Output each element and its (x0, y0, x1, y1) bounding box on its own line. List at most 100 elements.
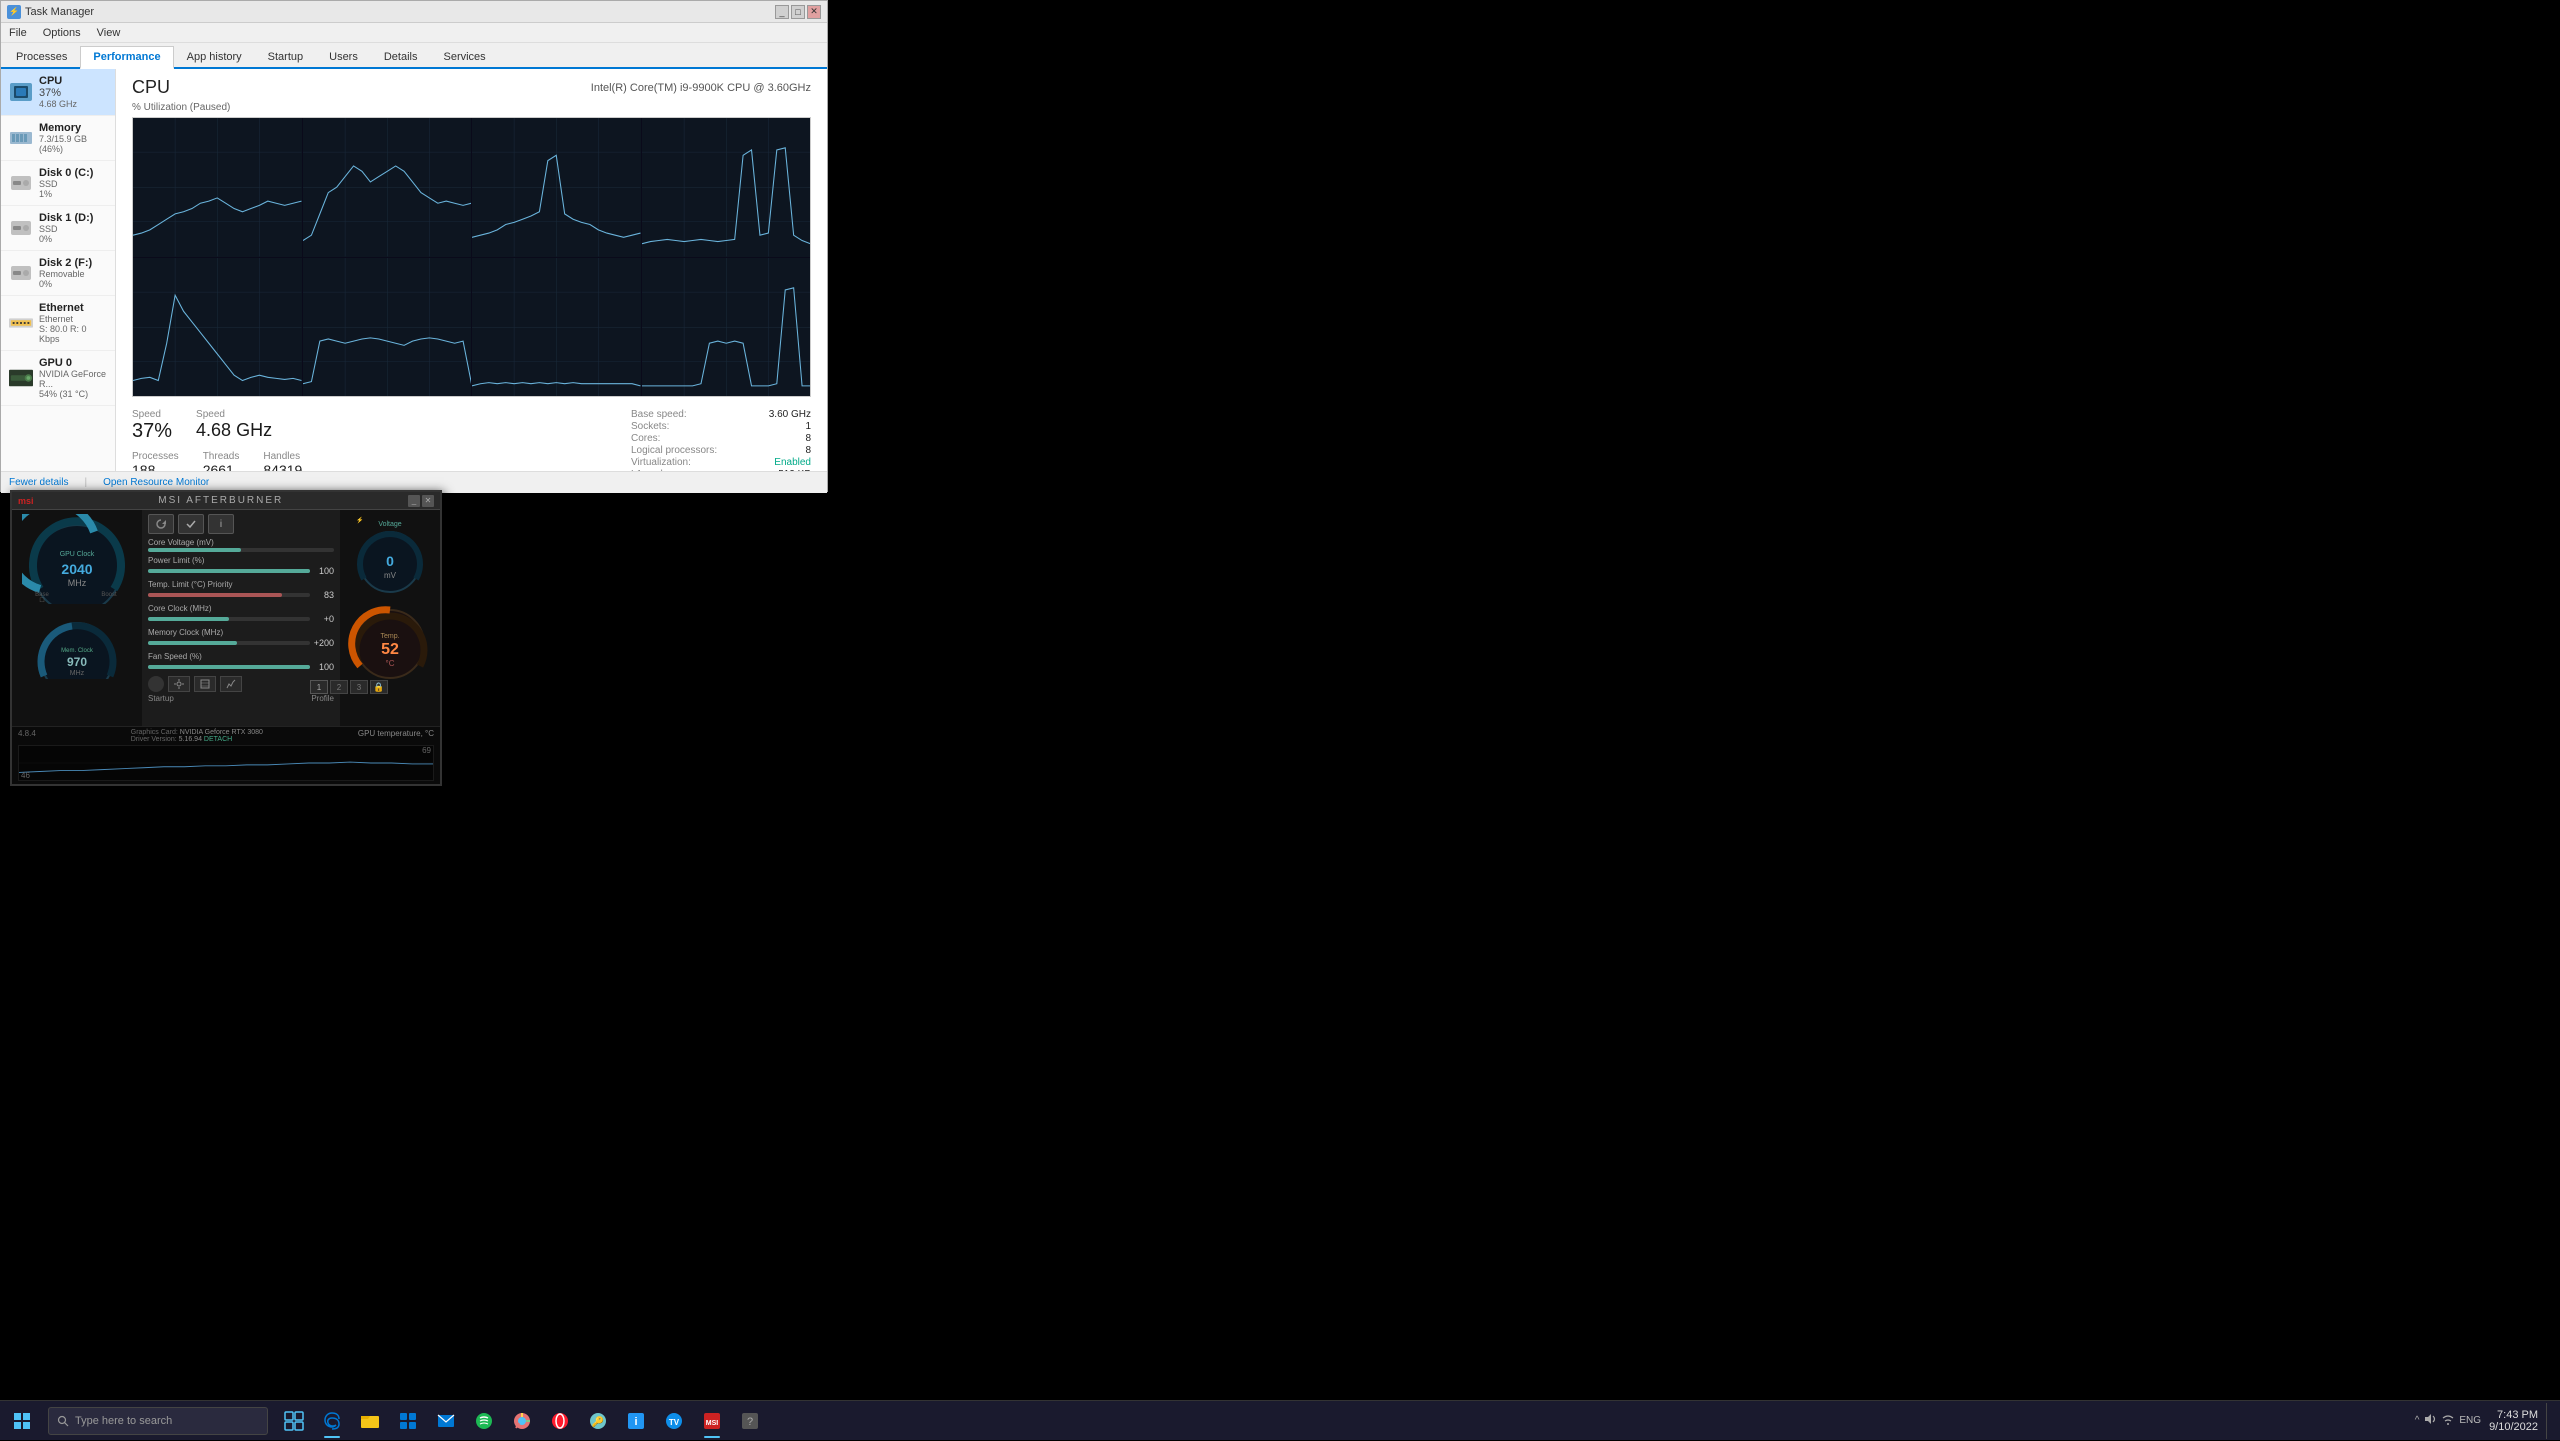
msi-startup-profile-row: Startup Profile (148, 694, 334, 703)
sidebar-item-disk1[interactable]: Disk 1 (D:) SSD 0% (1, 206, 115, 251)
temp-limit-value: 83 (314, 590, 334, 600)
sidebar-item-disk0[interactable]: Disk 0 (C:) SSD 1% (1, 161, 115, 206)
menu-options[interactable]: Options (39, 25, 85, 41)
fan-speed-value: 100 (314, 662, 334, 672)
msi-lock-icon[interactable] (148, 676, 164, 692)
hwinfo-icon: i (626, 1411, 646, 1431)
msi-info-button[interactable]: i (208, 514, 234, 534)
core-clock-slider[interactable] (148, 617, 310, 621)
taskbar: Type here to search (0, 1400, 2560, 1440)
memory-clock-slider[interactable] (148, 641, 310, 645)
msi-reset-button[interactable] (148, 514, 174, 534)
tab-processes[interactable]: Processes (3, 46, 80, 67)
taskbar-app-opera[interactable] (542, 1402, 578, 1440)
msi-title-bar: msi MSI AFTERBURNER _ ✕ (12, 492, 440, 510)
core-voltage-slider[interactable] (148, 548, 334, 552)
core-clock-label: Core Clock (MHz) (148, 604, 334, 613)
tray-overflow-button[interactable]: ^ (2415, 1415, 2420, 1426)
temp-limit-label: Temp. Limit (°C) Priority (148, 580, 334, 589)
taskbar-app-msi-ab[interactable]: MSI (694, 1402, 730, 1440)
taskbar-app-chrome[interactable] (504, 1402, 540, 1440)
svg-text:Mem. Clock: Mem. Clock (61, 648, 94, 654)
menu-view[interactable]: View (93, 25, 125, 41)
sidebar-item-memory[interactable]: Memory 7.3/15.9 GB (46%) (1, 116, 115, 161)
gpu-name: GPU 0 (39, 357, 107, 369)
stats-section: Speed 37% Speed 4.68 GHz Processes (132, 409, 811, 471)
sidebar-item-disk2[interactable]: Disk 2 (F:) Removable 0% (1, 251, 115, 296)
gpu-temp-graph: 69 46 (18, 745, 434, 781)
task-view-icon (284, 1411, 304, 1431)
virtualization-label: Virtualization: (631, 457, 691, 468)
profile-1-button[interactable]: 1 (310, 680, 328, 694)
profile-lock-button[interactable]: 🔒 (370, 680, 388, 694)
taskbar-clock[interactable]: 7:43 PM 9/10/2022 (2489, 1409, 2538, 1433)
cpu-header: CPU Intel(R) Core(TM) i9-9900K CPU @ 3.6… (132, 77, 811, 98)
taskbar-app-keepass[interactable]: 🔑 (580, 1402, 616, 1440)
cores-label: Cores: (631, 433, 660, 444)
fewer-details-link[interactable]: Fewer details (9, 477, 68, 488)
msi-bottom-controls (148, 676, 334, 692)
menu-file[interactable]: File (5, 25, 31, 41)
profile-3-button[interactable]: 3 (350, 680, 368, 694)
bottom-separator: | (84, 477, 87, 488)
msi-minimize-button[interactable]: _ (408, 495, 420, 507)
profile-2-button[interactable]: 2 (330, 680, 348, 694)
minimize-button[interactable]: _ (775, 5, 789, 19)
msi-gpu-name: NVIDIA Geforce RTX 3080 (180, 729, 263, 736)
start-button[interactable] (0, 1401, 44, 1441)
taskbar-app-taskview[interactable] (276, 1402, 312, 1440)
taskbar-app-unknown[interactable]: ? (732, 1402, 768, 1440)
msi-card-info: Graphics Card: NVIDIA Geforce RTX 3080 D… (131, 729, 263, 743)
tab-details[interactable]: Details (371, 46, 431, 67)
sidebar-item-cpu[interactable]: CPU 37% 4.68 GHz (1, 69, 115, 116)
ethernet-sub2: S: 80.0 R: 0 Kbps (39, 324, 107, 344)
tab-services[interactable]: Services (430, 46, 498, 67)
ethernet-icon (9, 311, 33, 335)
fan-speed-slider[interactable] (148, 665, 310, 669)
msi-profile-buttons: 1 2 3 🔒 (310, 680, 388, 694)
open-resource-monitor-link[interactable]: Open Resource Monitor (103, 477, 209, 488)
taskbar-app-hwinfo[interactable]: i (618, 1402, 654, 1440)
taskbar-app-store[interactable] (390, 1402, 426, 1440)
disk1-icon (9, 216, 33, 240)
teamviewer-icon: TV (664, 1411, 684, 1431)
msi-close-button[interactable]: ✕ (422, 495, 434, 507)
tab-startup[interactable]: Startup (255, 46, 316, 67)
svg-text:MHz: MHz (68, 578, 87, 588)
stats-right: Base speed: 3.60 GHz Sockets: 1 Cores: 8… (631, 409, 811, 471)
msi-settings-button[interactable] (168, 676, 190, 692)
msi-apply-button[interactable] (178, 514, 204, 534)
task-manager-window: ⚡ Task Manager _ □ ✕ File Options View P… (0, 0, 828, 492)
tab-app-history[interactable]: App history (174, 46, 255, 67)
sidebar-item-ethernet[interactable]: Ethernet Ethernet S: 80.0 R: 0 Kbps (1, 296, 115, 351)
sidebar-item-gpu[interactable]: GPU 0 NVIDIA GeForce R... 54% (31 °C) (1, 351, 115, 406)
maximize-button[interactable]: □ (791, 5, 805, 19)
volume-icon[interactable] (2423, 1412, 2437, 1429)
taskbar-app-explorer[interactable] (352, 1402, 388, 1440)
tab-performance[interactable]: Performance (80, 46, 173, 69)
power-limit-value: 100 (314, 566, 334, 576)
tab-users[interactable]: Users (316, 46, 371, 67)
network-icon[interactable] (2441, 1412, 2455, 1429)
temp-limit-slider[interactable] (148, 593, 310, 597)
unknown-app-icon: ? (740, 1411, 760, 1431)
power-limit-slider[interactable] (148, 569, 310, 573)
msi-profile-button[interactable] (194, 676, 216, 692)
taskbar-search[interactable]: Type here to search (48, 1407, 268, 1435)
close-button[interactable]: ✕ (807, 5, 821, 19)
graph-cell-6 (472, 258, 641, 397)
taskbar-app-mail[interactable] (428, 1402, 464, 1440)
msi-chart-button[interactable] (220, 676, 242, 692)
disk1-sub2: 0% (39, 234, 93, 244)
window-controls: _ □ ✕ (775, 5, 821, 19)
temp-limit-slider-row: 83 (148, 590, 334, 600)
menu-bar: File Options View (1, 23, 827, 43)
gpu-sidebar-text: GPU 0 NVIDIA GeForce R... 54% (31 °C) (39, 357, 107, 399)
disk0-sidebar-text: Disk 0 (C:) SSD 1% (39, 167, 93, 199)
taskbar-app-teamviewer[interactable]: TV (656, 1402, 692, 1440)
taskbar-app-spotify[interactable] (466, 1402, 502, 1440)
taskbar-app-edge[interactable] (314, 1402, 350, 1440)
show-desktop-button[interactable] (2546, 1403, 2552, 1439)
msi-detach-link[interactable]: DETACH (204, 736, 232, 743)
svg-text:52: 52 (381, 641, 399, 658)
